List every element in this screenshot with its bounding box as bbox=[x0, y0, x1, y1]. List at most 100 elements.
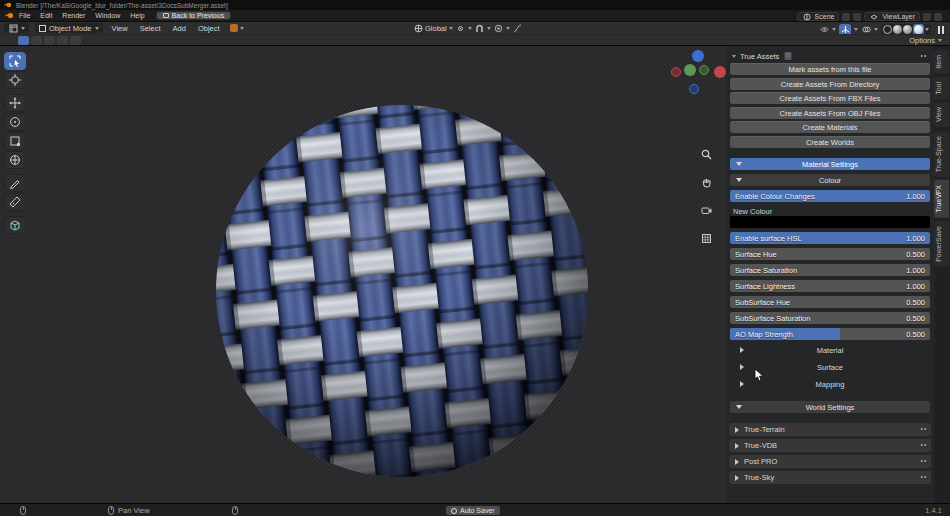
add-cube-tool[interactable] bbox=[4, 216, 26, 234]
axis-y-icon[interactable] bbox=[684, 64, 696, 76]
new-view-layer-icon[interactable] bbox=[923, 13, 931, 21]
enable-surface-hsl-slider[interactable]: Enable surface HSL1.000 bbox=[730, 232, 930, 244]
tab-true-space[interactable]: True-Space bbox=[934, 131, 949, 177]
ao-map-strength-slider[interactable]: AO Map Strength0.500 bbox=[730, 328, 930, 340]
select-subtract-mode[interactable] bbox=[44, 36, 55, 45]
subsurface-hue-slider[interactable]: SubSurface Hue0.500 bbox=[730, 296, 930, 308]
world-settings-header[interactable]: World Settings bbox=[730, 401, 930, 413]
tab-powersave[interactable]: PowerSave bbox=[934, 221, 949, 267]
menu-file[interactable]: File bbox=[14, 12, 35, 19]
enable-colour-changes-slider[interactable]: Enable Colour Changes1.000 bbox=[730, 190, 930, 202]
chevron-down-icon bbox=[487, 27, 491, 30]
proportional-editing-toggle[interactable] bbox=[494, 24, 510, 34]
create-assets-directory-button[interactable]: Create Assets From Directory bbox=[730, 78, 930, 90]
pivot-selector[interactable] bbox=[456, 24, 472, 34]
select-invert-mode[interactable] bbox=[57, 36, 68, 45]
viewport-3d[interactable]: True Assets Mark assets from this file C… bbox=[0, 46, 950, 503]
object-visibility-icon[interactable] bbox=[819, 25, 829, 35]
scale-tool[interactable] bbox=[4, 132, 26, 150]
blender-menu-icon[interactable] bbox=[4, 11, 14, 21]
annotate-tool[interactable] bbox=[4, 174, 26, 192]
material-shading-icon[interactable] bbox=[903, 25, 912, 34]
collapse-icon bbox=[736, 405, 742, 409]
expand-icon bbox=[735, 427, 739, 433]
axis-z-icon[interactable] bbox=[692, 50, 704, 62]
navigation-gizmo[interactable] bbox=[666, 46, 726, 102]
menu-window[interactable]: Window bbox=[90, 12, 125, 19]
falloff-icon[interactable] bbox=[513, 24, 523, 34]
pause-icon[interactable] bbox=[938, 26, 944, 34]
create-assets-obj-button[interactable]: Create Assets From OBJ Files bbox=[730, 107, 930, 119]
woven-sphere-object[interactable] bbox=[214, 103, 590, 479]
mouse-right-icon bbox=[232, 506, 238, 515]
true-terrain-panel[interactable]: True-Terrain bbox=[729, 423, 931, 436]
new-scene-icon[interactable] bbox=[853, 13, 861, 21]
subsurface-saturation-slider[interactable]: SubSurface Saturation0.500 bbox=[730, 312, 930, 324]
pan-hand-icon[interactable] bbox=[701, 174, 712, 192]
tab-truevfx[interactable]: TrueVFX bbox=[934, 180, 949, 218]
true-sky-panel[interactable]: True-Sky bbox=[729, 471, 931, 484]
zoom-icon[interactable] bbox=[701, 146, 712, 164]
measure-tool[interactable] bbox=[4, 193, 26, 211]
transform-tool[interactable] bbox=[4, 151, 26, 169]
mode-selector[interactable]: Object Mode bbox=[35, 23, 103, 33]
axis-y-neg-icon[interactable] bbox=[699, 65, 709, 75]
select-set-mode[interactable] bbox=[18, 36, 29, 45]
axis-z-neg-icon[interactable] bbox=[689, 84, 699, 94]
axis-x-neg-icon[interactable] bbox=[671, 67, 681, 77]
show-overlays-toggle[interactable] bbox=[861, 25, 871, 35]
axis-x-icon[interactable] bbox=[714, 66, 726, 78]
wireframe-shading-icon[interactable] bbox=[883, 25, 892, 34]
snap-toggle[interactable] bbox=[475, 24, 491, 34]
new-colour-swatch[interactable] bbox=[730, 216, 930, 228]
title-bar: Blender [/The/KaSiGoogle_blur_folder/The… bbox=[0, 0, 950, 10]
collapse-icon bbox=[736, 178, 742, 182]
tab-item[interactable]: Item bbox=[934, 50, 949, 74]
asset-file-icon bbox=[783, 51, 793, 61]
remove-view-layer-icon[interactable] bbox=[934, 13, 942, 21]
menu-view[interactable]: View bbox=[106, 24, 134, 33]
scene-selector[interactable]: Scene bbox=[797, 12, 840, 21]
back-to-previous-button[interactable]: Back to Previous bbox=[156, 11, 232, 20]
true-assets-panel-header[interactable]: True Assets bbox=[729, 49, 931, 63]
options-dropdown[interactable]: Options bbox=[909, 36, 942, 45]
panel-options-dots[interactable] bbox=[920, 54, 927, 58]
menu-add[interactable]: Add bbox=[167, 24, 192, 33]
camera-view-icon[interactable] bbox=[701, 202, 712, 220]
move-tool[interactable] bbox=[4, 94, 26, 112]
chevron-down-icon bbox=[854, 28, 858, 31]
true-vdb-panel[interactable]: True-VDB bbox=[729, 439, 931, 452]
menu-select[interactable]: Select bbox=[134, 24, 167, 33]
ortho-toggle-icon[interactable] bbox=[701, 230, 712, 248]
menu-edit[interactable]: Edit bbox=[35, 12, 57, 19]
menu-object[interactable]: Object bbox=[192, 24, 226, 33]
editor-type-selector[interactable] bbox=[4, 23, 29, 33]
view-layer-selector[interactable]: ViewLayer bbox=[864, 12, 920, 21]
colour-section-header[interactable]: Colour bbox=[730, 174, 930, 186]
surface-lightness-slider[interactable]: Surface Lightness1.000 bbox=[730, 280, 930, 292]
solid-shading-icon[interactable] bbox=[893, 25, 902, 34]
panel-title: True Assets bbox=[740, 52, 779, 61]
select-extend-mode[interactable] bbox=[31, 36, 42, 45]
create-worlds-button[interactable]: Create Worlds bbox=[730, 136, 930, 148]
surface-hue-slider[interactable]: Surface Hue0.500 bbox=[730, 248, 930, 260]
post-pro-panel[interactable]: Post PRO bbox=[729, 455, 931, 468]
material-settings-header[interactable]: Material Settings bbox=[730, 158, 930, 170]
create-assets-fbx-button[interactable]: Create Assets From FBX Files bbox=[730, 92, 930, 104]
active-tool-icon[interactable] bbox=[230, 24, 238, 32]
cursor-tool[interactable] bbox=[4, 71, 26, 89]
rotate-tool[interactable] bbox=[4, 113, 26, 131]
material-subpanel[interactable]: Material bbox=[730, 344, 930, 356]
pin-scene-icon[interactable] bbox=[842, 13, 850, 21]
select-intersect-mode[interactable] bbox=[70, 36, 81, 45]
select-box-tool[interactable] bbox=[4, 52, 26, 70]
surface-saturation-slider[interactable]: Surface Saturation1.000 bbox=[730, 264, 930, 276]
mark-assets-button[interactable]: Mark assets from this file bbox=[730, 63, 930, 75]
tab-view[interactable]: View bbox=[934, 102, 949, 127]
tab-tool[interactable]: Tool bbox=[934, 77, 949, 100]
drag-dots-icon bbox=[920, 427, 927, 431]
orientation-selector[interactable]: Global bbox=[413, 24, 453, 34]
menu-help[interactable]: Help bbox=[125, 12, 149, 19]
menu-render[interactable]: Render bbox=[57, 12, 90, 19]
create-materials-button[interactable]: Create Materials bbox=[730, 121, 930, 133]
